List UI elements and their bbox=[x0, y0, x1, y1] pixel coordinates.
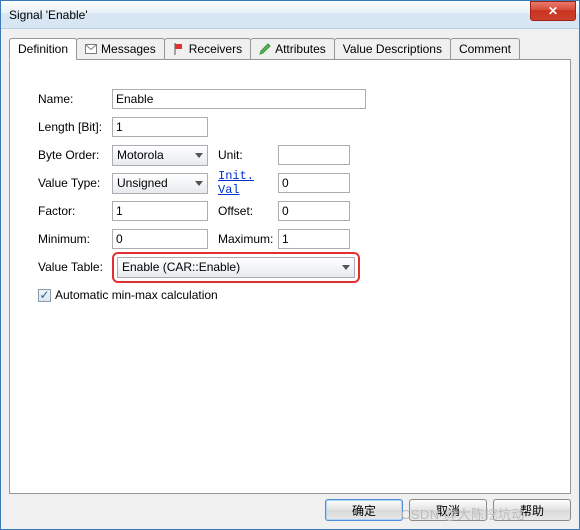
tab-label: Messages bbox=[101, 42, 156, 56]
label-factor: Factor: bbox=[38, 204, 112, 218]
init-val-link[interactable]: Init. Val bbox=[218, 169, 278, 197]
dialog-body: Definition Messages Receivers Attributes bbox=[1, 29, 579, 529]
init-val-field[interactable] bbox=[278, 173, 350, 193]
value-type-select[interactable]: Unsigned bbox=[112, 173, 208, 194]
label-auto-minmax: Automatic min-max calculation bbox=[55, 288, 218, 302]
tab-label: Comment bbox=[459, 42, 511, 56]
ok-button[interactable]: 确定 bbox=[325, 499, 403, 521]
minimum-field[interactable] bbox=[112, 229, 208, 249]
tabpanel-definition: Name: Length [Bit]: Byte Order: Motorola… bbox=[9, 59, 571, 494]
titlebar: Signal 'Enable' ✕ bbox=[1, 1, 579, 29]
check-icon: ✓ bbox=[39, 289, 49, 301]
tab-label: Value Descriptions bbox=[343, 42, 442, 56]
byte-order-select[interactable]: Motorola bbox=[112, 145, 208, 166]
envelope-icon bbox=[85, 43, 97, 55]
pencil-icon bbox=[259, 43, 271, 55]
unit-field[interactable] bbox=[278, 145, 350, 165]
offset-field[interactable] bbox=[278, 201, 350, 221]
tab-definition[interactable]: Definition bbox=[9, 38, 77, 60]
maximum-field[interactable] bbox=[278, 229, 350, 249]
label-length: Length [Bit]: bbox=[38, 120, 112, 134]
label-maximum: Maximum: bbox=[218, 232, 278, 246]
close-icon: ✕ bbox=[548, 4, 558, 18]
tab-attributes[interactable]: Attributes bbox=[250, 38, 335, 60]
dialog-window: Signal 'Enable' ✕ Definition Messages Re… bbox=[0, 0, 580, 530]
label-name: Name: bbox=[38, 92, 112, 106]
factor-field[interactable] bbox=[112, 201, 208, 221]
auto-minmax-row: ✓ Automatic min-max calculation bbox=[38, 288, 550, 302]
tab-receivers[interactable]: Receivers bbox=[164, 38, 251, 60]
value-table-highlight: Enable (CAR::Enable) bbox=[112, 252, 360, 283]
tab-label: Attributes bbox=[275, 42, 326, 56]
length-field[interactable] bbox=[112, 117, 208, 137]
label-offset: Offset: bbox=[218, 204, 278, 218]
cancel-button[interactable]: 取消 bbox=[409, 499, 487, 521]
value-table-select[interactable]: Enable (CAR::Enable) bbox=[117, 257, 355, 278]
name-field[interactable] bbox=[112, 89, 366, 109]
tab-label: Receivers bbox=[189, 42, 242, 56]
tab-label: Definition bbox=[18, 42, 68, 56]
window-title: Signal 'Enable' bbox=[9, 8, 530, 22]
dialog-buttons: 确定 取消 帮助 bbox=[325, 499, 571, 521]
close-button[interactable]: ✕ bbox=[530, 1, 576, 21]
label-unit: Unit: bbox=[218, 148, 278, 162]
tab-row: Definition Messages Receivers Attributes bbox=[9, 38, 571, 60]
label-byte-order: Byte Order: bbox=[38, 148, 112, 162]
label-value-table: Value Table: bbox=[38, 260, 112, 274]
flag-icon bbox=[173, 43, 185, 55]
tab-value-descriptions[interactable]: Value Descriptions bbox=[334, 38, 451, 60]
tab-comment[interactable]: Comment bbox=[450, 38, 520, 60]
auto-minmax-checkbox[interactable]: ✓ bbox=[38, 289, 51, 302]
tab-messages[interactable]: Messages bbox=[76, 38, 165, 60]
help-button[interactable]: 帮助 bbox=[493, 499, 571, 521]
label-minimum: Minimum: bbox=[38, 232, 112, 246]
label-value-type: Value Type: bbox=[38, 176, 112, 190]
